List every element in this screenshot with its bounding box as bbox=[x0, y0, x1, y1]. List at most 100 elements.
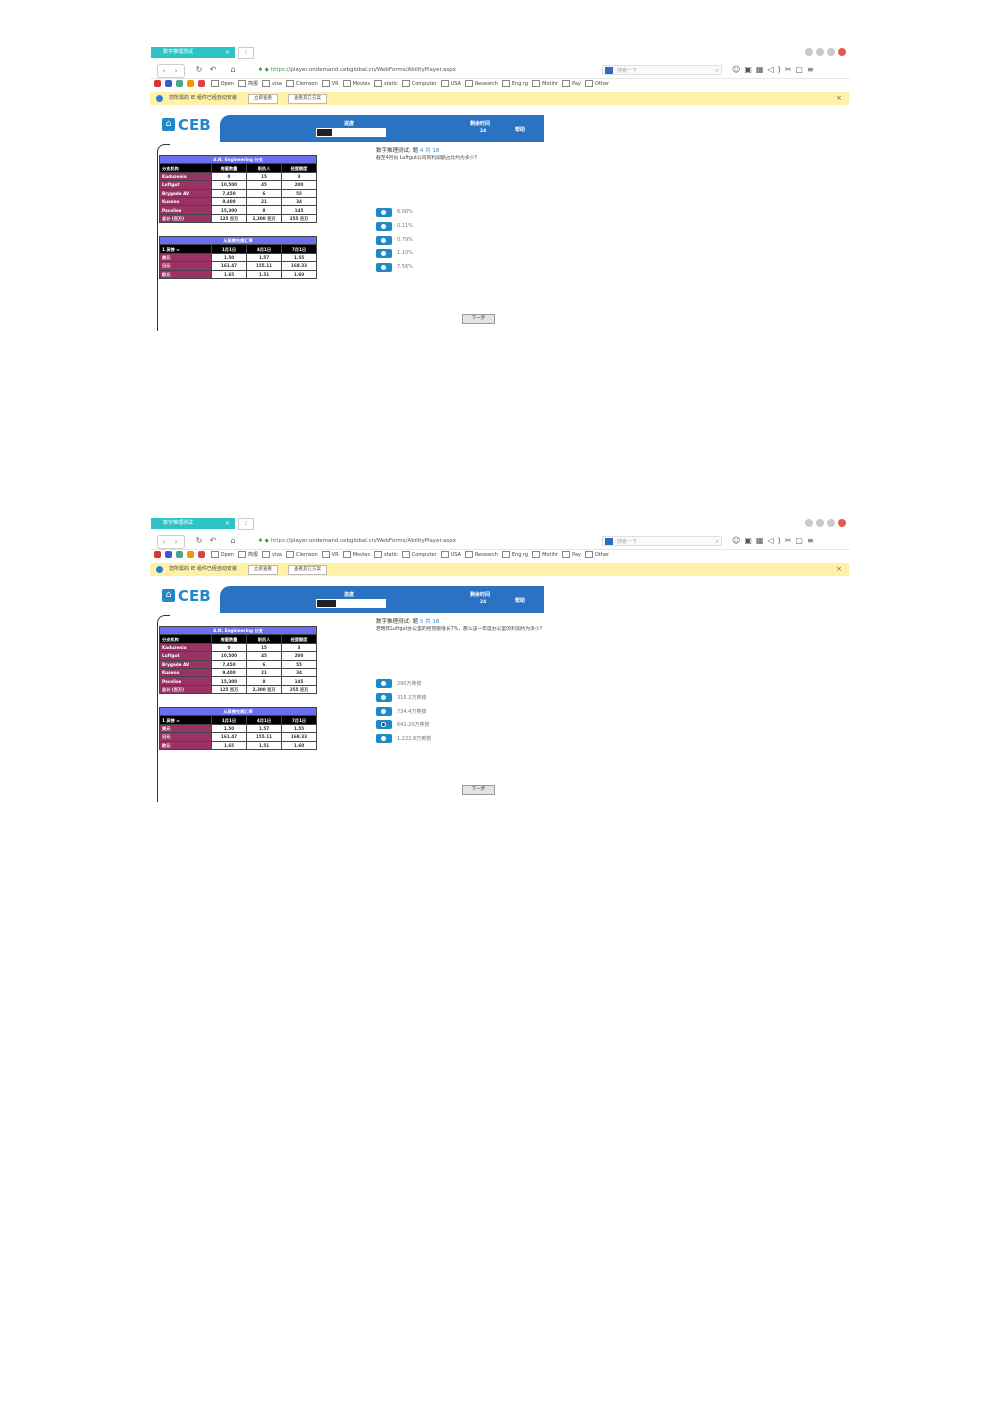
radio-button[interactable] bbox=[376, 263, 392, 273]
bookmark-item[interactable]: Eng rg bbox=[502, 550, 528, 561]
radio-button[interactable] bbox=[376, 235, 392, 245]
new-tab-button[interactable]: ⁝ bbox=[238, 47, 254, 59]
bookmark-item[interactable]: Pay bbox=[562, 550, 581, 561]
home-icon[interactable]: ⌂ bbox=[228, 65, 238, 75]
maximize-icon[interactable] bbox=[827, 48, 835, 56]
bookmark-item[interactable]: static bbox=[374, 79, 398, 90]
bookmark-item[interactable]: visa bbox=[262, 79, 282, 90]
notice-close-icon[interactable]: × bbox=[836, 563, 842, 576]
bookmark-item[interactable]: Clemson bbox=[286, 550, 318, 561]
maximize-icon[interactable] bbox=[827, 519, 835, 527]
undo-icon[interactable]: ↶ bbox=[208, 536, 218, 546]
feed-icon[interactable] bbox=[187, 551, 194, 558]
bookmark-item[interactable]: 简报 bbox=[238, 79, 258, 90]
tab-close-icon[interactable]: × bbox=[225, 518, 230, 529]
next-button[interactable]: 下一步 bbox=[462, 314, 495, 324]
radio-button[interactable] bbox=[376, 679, 392, 688]
refresh-icon[interactable]: ↻ bbox=[194, 536, 204, 546]
forward-icon[interactable]: › bbox=[170, 65, 182, 77]
next-button[interactable]: 下一步 bbox=[462, 785, 495, 795]
bookmark-item[interactable]: Open bbox=[211, 79, 234, 90]
bookmark-item[interactable]: VR bbox=[322, 550, 339, 561]
browser-tab[interactable]: 数字推理测试 × bbox=[151, 518, 235, 529]
window-close-icon[interactable] bbox=[838, 48, 846, 56]
minimize-icon[interactable] bbox=[805, 519, 813, 527]
notice-options-button[interactable]: 查看其它方案 bbox=[288, 565, 327, 575]
bookmark-item[interactable]: Research bbox=[465, 550, 498, 561]
chrome-icon[interactable] bbox=[176, 551, 183, 558]
search-icon[interactable]: ⌕ bbox=[716, 537, 719, 547]
search-input[interactable]: 搜索一下 ⌕ bbox=[602, 536, 722, 546]
url-bar[interactable]: ♠ ◆ https://player.ondemand.cebglobal.cn… bbox=[258, 536, 456, 546]
bookmark-item[interactable]: static bbox=[374, 550, 398, 561]
back-forward-group: ‹ › bbox=[157, 64, 185, 78]
mail-icon[interactable] bbox=[165, 80, 172, 87]
bookmark-item[interactable]: Eng rg bbox=[502, 79, 528, 90]
bookmark-item[interactable]: USA bbox=[441, 550, 461, 561]
bookmark-item[interactable]: Motihr bbox=[532, 550, 558, 561]
bookmark-item[interactable]: USA bbox=[441, 79, 461, 90]
notice-options-button[interactable]: 查看其它方案 bbox=[288, 94, 327, 104]
bookmark-item[interactable]: Other bbox=[585, 79, 609, 90]
bookmark-item[interactable]: VR bbox=[322, 79, 339, 90]
toolbar-icons[interactable]: ☺▣▦◁)✂▢≡ bbox=[732, 65, 818, 75]
forward-icon[interactable]: › bbox=[170, 536, 182, 548]
bookmark-item[interactable]: Computer bbox=[402, 550, 437, 561]
notice-close-icon[interactable]: × bbox=[836, 92, 842, 105]
weibo-icon[interactable] bbox=[154, 80, 161, 87]
url-bar[interactable]: ♠ ◆ https://player.ondemand.cebglobal.cn… bbox=[258, 65, 456, 75]
bookmark-item[interactable]: Clemson bbox=[286, 79, 318, 90]
column-header: 1月1日 bbox=[211, 244, 247, 254]
radio-button[interactable] bbox=[376, 734, 392, 744]
progress-label: 进度 bbox=[344, 121, 355, 127]
tab-bar: 数字推理测试 × ⁝ bbox=[150, 516, 850, 530]
help-link[interactable]: 帮助 bbox=[515, 597, 525, 604]
gmail-icon[interactable] bbox=[198, 551, 205, 558]
minimize-icon[interactable] bbox=[805, 48, 813, 56]
radio-button[interactable] bbox=[376, 706, 392, 716]
notice-view-button[interactable]: 立即查看 bbox=[248, 565, 278, 575]
column-header: 分支机构 bbox=[159, 634, 212, 644]
undo-icon[interactable]: ↶ bbox=[208, 65, 218, 75]
back-icon[interactable]: ‹ bbox=[158, 536, 170, 548]
refresh-icon[interactable]: ↻ bbox=[194, 65, 204, 75]
back-icon[interactable]: ‹ bbox=[158, 65, 170, 77]
home-icon[interactable]: ⌂ bbox=[228, 536, 238, 546]
bookmark-item[interactable]: 简报 bbox=[238, 550, 258, 561]
radio-button[interactable] bbox=[376, 720, 392, 730]
bookmark-item[interactable]: Open bbox=[211, 550, 234, 561]
radio-button[interactable] bbox=[376, 221, 392, 231]
table-cell: 6 bbox=[246, 659, 282, 669]
screenshot-question-5: 数字推理测试 × ⁝ ‹ › ↻ ↶ ⌂ ♠ ◆ https://player.on… bbox=[150, 516, 850, 802]
bookmark-item[interactable]: Movies bbox=[343, 550, 370, 561]
bookmark-item[interactable]: Research bbox=[465, 79, 498, 90]
radio-button[interactable] bbox=[376, 692, 392, 702]
toolbar-icons[interactable]: ☺▣▦◁)✂▢≡ bbox=[732, 536, 818, 546]
window-close-icon[interactable] bbox=[838, 519, 846, 527]
bookmark-item[interactable]: visa bbox=[262, 550, 282, 561]
restore-icon[interactable] bbox=[816, 48, 824, 56]
table-row: Kuseno 9,400 21 34 bbox=[159, 196, 317, 207]
gmail-icon[interactable] bbox=[198, 80, 205, 87]
browser-tab[interactable]: 数字推理测试 × bbox=[151, 47, 235, 58]
bookmark-item[interactable]: Computer bbox=[402, 79, 437, 90]
mail-icon[interactable] bbox=[165, 551, 172, 558]
bookmark-item[interactable]: Motihr bbox=[532, 79, 558, 90]
bookmark-item[interactable]: Other bbox=[585, 550, 609, 561]
search-icon[interactable]: ⌕ bbox=[716, 66, 719, 76]
notice-view-button[interactable]: 立即查看 bbox=[248, 94, 278, 104]
radio-button[interactable] bbox=[376, 208, 392, 217]
new-tab-button[interactable]: ⁝ bbox=[238, 518, 254, 530]
search-engine-icon[interactable] bbox=[605, 67, 613, 74]
bookmark-item[interactable]: Movies bbox=[343, 79, 370, 90]
restore-icon[interactable] bbox=[816, 519, 824, 527]
search-engine-icon[interactable] bbox=[605, 538, 613, 545]
tab-close-icon[interactable]: × bbox=[225, 47, 230, 58]
chrome-icon[interactable] bbox=[176, 80, 183, 87]
help-link[interactable]: 帮助 bbox=[515, 126, 525, 133]
search-input[interactable]: 搜索一下 ⌕ bbox=[602, 65, 722, 75]
bookmark-item[interactable]: Pay bbox=[562, 79, 581, 90]
feed-icon[interactable] bbox=[187, 80, 194, 87]
weibo-icon[interactable] bbox=[154, 551, 161, 558]
radio-button[interactable] bbox=[376, 249, 392, 259]
